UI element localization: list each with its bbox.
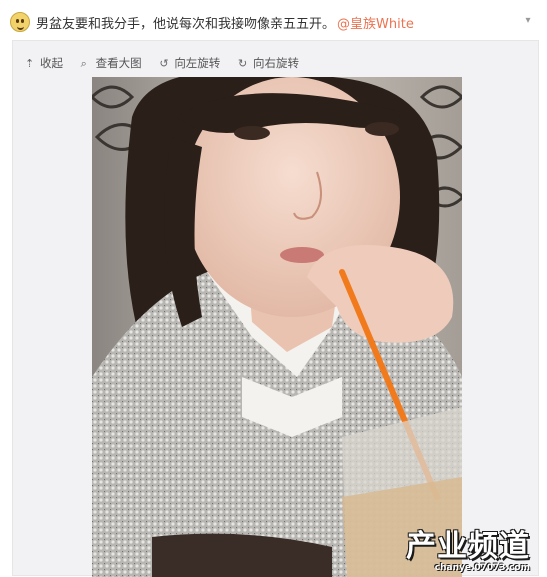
view-large-button[interactable]: ⌕ 查看大图 — [81, 55, 142, 71]
emoji-face-icon — [10, 12, 30, 32]
post-header: 男盆友要和我分手，他说每次和我接吻像亲五五开。 @皇族White ▾ — [8, 10, 539, 36]
site-watermark: 产业频道 chanye.07073.com — [406, 529, 530, 574]
chevron-down-icon[interactable]: ▾ — [521, 14, 535, 28]
rotate-left-button[interactable]: ↺ 向左旋转 — [159, 55, 220, 71]
collapse-arrow-icon: ⇡ — [25, 57, 35, 70]
collapse-button[interactable]: ⇡ 收起 — [25, 55, 63, 71]
watermark-url: chanye.07073.com — [434, 563, 530, 573]
post-photo[interactable] — [92, 77, 462, 577]
photo-illustration — [92, 77, 462, 577]
mention-link[interactable]: @皇族White — [337, 17, 414, 32]
rotate-right-icon: ↻ — [237, 57, 248, 70]
view-large-label: 查看大图 — [95, 56, 142, 70]
media-card: ⇡ 收起 ⌕ 查看大图 ↺ 向左旋转 ↻ 向右旋转 产业频道 chanye.07… — [12, 40, 539, 577]
image-toolbar: ⇡ 收起 ⌕ 查看大图 ↺ 向左旋转 ↻ 向右旋转 — [25, 55, 313, 71]
rotate-right-label: 向右旋转 — [252, 56, 299, 70]
rotate-left-label: 向左旋转 — [174, 56, 221, 70]
collapse-label: 收起 — [40, 56, 63, 70]
watermark-title: 产业频道 — [406, 529, 530, 564]
post-body: 男盆友要和我分手，他说每次和我接吻像亲五五开。 — [36, 17, 336, 32]
post-text: 男盆友要和我分手，他说每次和我接吻像亲五五开。 @皇族White — [36, 13, 414, 32]
magnifier-icon: ⌕ — [80, 57, 87, 70]
rotate-right-button[interactable]: ↻ 向右旋转 — [238, 55, 299, 71]
rotate-left-icon: ↺ — [159, 57, 169, 70]
